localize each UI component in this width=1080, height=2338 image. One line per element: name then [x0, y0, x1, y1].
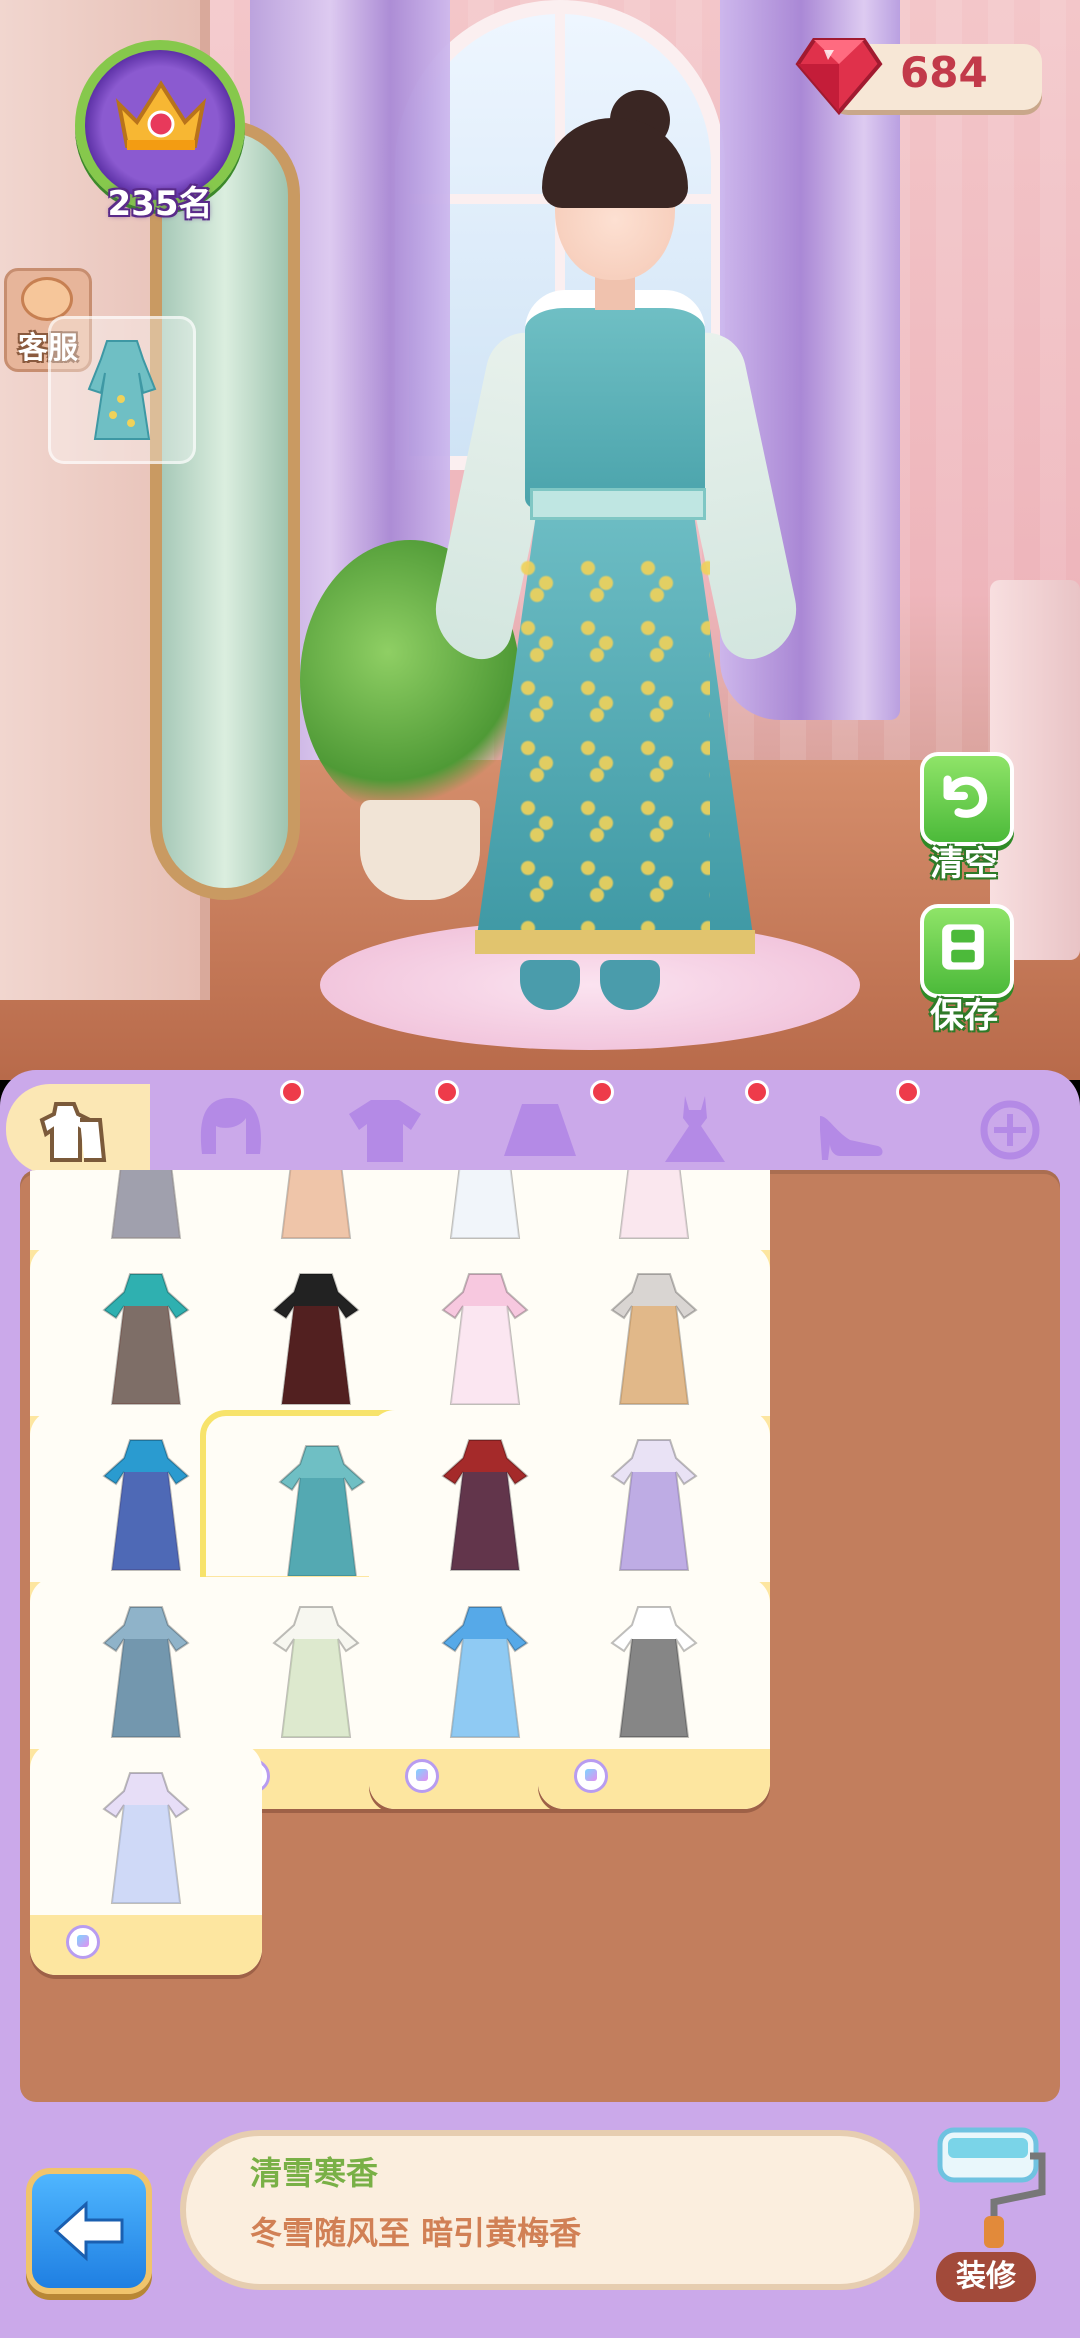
- lavender-dress-icon: [610, 1439, 698, 1571]
- standing-mirror: [150, 120, 300, 900]
- black-robe-outfit-icon: [272, 1273, 360, 1405]
- white-floral-dress-icon: [272, 1606, 360, 1738]
- outfit-partial-1-icon: [110, 1170, 182, 1239]
- dress-icon: [87, 340, 157, 440]
- high-heel-icon: [820, 1116, 883, 1160]
- outfit-card-polka-dot-dress[interactable]: [538, 1577, 770, 1809]
- blue-ball-gown-icon: [441, 1606, 529, 1738]
- red-ethnic-outfit-icon: [441, 1439, 529, 1571]
- current-outfit-thumbnail[interactable]: [48, 316, 196, 464]
- decorate-label[interactable]: 装修: [936, 2252, 1036, 2302]
- tab-accessory[interactable]: [960, 1090, 1060, 1170]
- tab-top-badge: [435, 1080, 459, 1104]
- item-name: 清雪寒香: [250, 2154, 379, 2192]
- card-footer: [538, 1749, 770, 1809]
- accessory-icon: [980, 1100, 1040, 1160]
- arrow-left-icon: [53, 2200, 124, 2262]
- item-description: 冬雪随风至 暗引黄梅香: [250, 2214, 582, 2252]
- tab-full-outfit[interactable]: [30, 1090, 130, 1170]
- blue-hanfu-icon: [102, 1439, 190, 1571]
- fairy-dress-icon: [102, 1772, 190, 1904]
- skirt-hem: [475, 930, 755, 954]
- crown-icon: [115, 80, 207, 150]
- silver-armor-outfit-icon: [102, 1606, 190, 1738]
- tab-top[interactable]: [335, 1090, 435, 1170]
- shirt-tag-icon: [66, 1925, 100, 1959]
- plum-blossom-pattern: [510, 550, 710, 930]
- item-grid[interactable]: [20, 1170, 1060, 2102]
- dress-icon: [665, 1096, 725, 1162]
- tab-hair-badge: [280, 1080, 304, 1104]
- character-avatar[interactable]: [426, 70, 806, 1050]
- hair-icon: [200, 1098, 261, 1154]
- outfit-partial-4-icon: [618, 1170, 690, 1239]
- tab-dress-badge: [745, 1080, 769, 1104]
- outfit-partial-2-icon: [280, 1170, 352, 1239]
- save-label: 保存: [930, 996, 998, 1036]
- gem-count: 684: [900, 48, 988, 97]
- paint-roller-icon[interactable]: [930, 2120, 1050, 2250]
- tab-hair[interactable]: [180, 1090, 280, 1170]
- back-button[interactable]: [26, 2168, 152, 2294]
- skirt-icon: [504, 1104, 576, 1156]
- undo-icon: [943, 775, 988, 818]
- tab-shoes[interactable]: [800, 1090, 900, 1170]
- outfit-card-fairy-dress[interactable]: [30, 1743, 262, 1975]
- shoe-left: [520, 960, 580, 1010]
- grey-dress-icon: [610, 1273, 698, 1405]
- card-footer: [30, 1915, 262, 1975]
- tab-dress[interactable]: [645, 1090, 745, 1170]
- bear-icon: [21, 277, 73, 321]
- tab-shoes-badge: [896, 1080, 920, 1104]
- waist-belt: [530, 488, 706, 520]
- rank-label: 235名: [107, 184, 213, 224]
- clear-button[interactable]: [920, 752, 1014, 846]
- clear-label: 清空: [930, 844, 998, 884]
- ruby-gem-icon: [795, 38, 883, 116]
- outfit-partial-3-icon: [449, 1170, 521, 1239]
- tab-skirt-badge: [590, 1080, 614, 1104]
- save-icon: [942, 924, 984, 970]
- shirt-tag-icon: [574, 1759, 608, 1793]
- dress-up-screen: 235名 684 客服 清空 保存 清雪寒香 冬雪随风至 暗引黄梅香 装修: [0, 0, 1080, 2338]
- tab-skirt[interactable]: [490, 1090, 590, 1170]
- outfit-set-icon: [39, 1102, 107, 1162]
- bodice: [525, 290, 705, 508]
- pink-white-romper-icon: [441, 1273, 529, 1405]
- shoe-right: [600, 960, 660, 1010]
- teal-gold-outfit-icon: [102, 1273, 190, 1405]
- polka-dot-dress-icon: [610, 1606, 698, 1738]
- shirt-tag-icon: [405, 1759, 439, 1793]
- save-button[interactable]: [920, 904, 1014, 998]
- shirt-icon: [349, 1100, 421, 1162]
